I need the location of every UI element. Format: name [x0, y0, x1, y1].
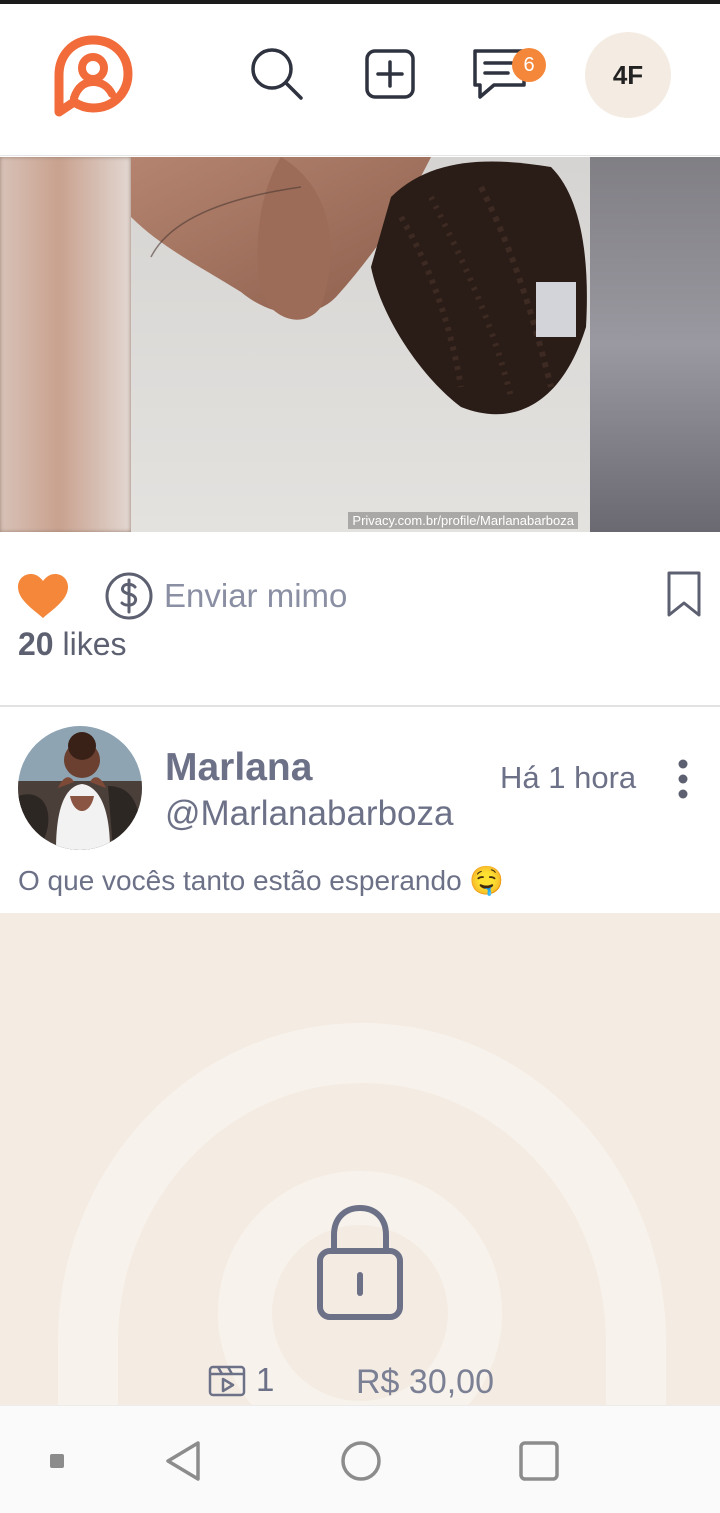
- locked-meta: 1 R$ 30,00: [0, 1361, 720, 1405]
- send-tip-button[interactable]: Enviar mimo: [104, 570, 347, 622]
- lock-icon[interactable]: [312, 1203, 408, 1323]
- likes-count: 20 likes: [18, 626, 127, 663]
- user-avatar[interactable]: 4F: [585, 32, 671, 118]
- system-navigation-bar: [0, 1405, 720, 1513]
- messages-badge: 6: [512, 48, 546, 82]
- heart-icon[interactable]: [16, 572, 70, 620]
- media-count-value: 1: [256, 1361, 275, 1398]
- author-avatar-image: [18, 726, 142, 850]
- more-vertical-icon[interactable]: [666, 758, 700, 800]
- add-post-icon: [365, 49, 415, 99]
- top-header: 6 4F: [0, 4, 720, 156]
- nav-square-icon: [50, 1454, 64, 1468]
- photo-illustration: [131, 157, 590, 532]
- nav-home-icon: [341, 1441, 381, 1481]
- nav-back-icon: [166, 1441, 200, 1481]
- post-time: Há 1 hora: [500, 760, 637, 795]
- post-actions: Enviar mimo 20 likes: [0, 532, 720, 707]
- send-tip-label: Enviar mimo: [164, 577, 348, 614]
- watermark-text: Privacy.com.br/profile/Marlanabarboza: [348, 512, 578, 529]
- nav-recents-button[interactable]: [514, 1436, 564, 1486]
- dollar-icon: [105, 572, 153, 620]
- post-header: Marlana @Marlanabarboza Há 1 hora O que …: [0, 708, 720, 913]
- post-caption: O que vocês tanto estão esperando 🤤: [18, 865, 505, 896]
- likes-word: likes: [62, 626, 127, 662]
- locked-background-decoration: [58, 1022, 666, 1405]
- locked-content[interactable]: 1 R$ 30,00: [0, 913, 720, 1405]
- nav-recents-icon: [519, 1441, 559, 1481]
- post-media-carousel[interactable]: Privacy.com.br/profile/Marlanabarboza: [0, 157, 720, 532]
- search-button[interactable]: [246, 44, 306, 104]
- likes-number: 20: [18, 626, 54, 662]
- unlock-price[interactable]: R$ 30,00: [356, 1363, 494, 1402]
- nav-back-button[interactable]: [158, 1436, 208, 1486]
- bookmark-icon[interactable]: [664, 570, 704, 618]
- author-avatar[interactable]: [18, 726, 142, 850]
- nav-square-button[interactable]: [44, 1436, 70, 1486]
- next-media-preview[interactable]: [590, 157, 720, 532]
- author-name[interactable]: Marlana: [165, 746, 312, 790]
- video-icon: [208, 1365, 246, 1397]
- author-handle[interactable]: @Marlanabarboza: [165, 794, 453, 834]
- logo-icon[interactable]: [52, 34, 134, 120]
- nav-home-button[interactable]: [336, 1436, 386, 1486]
- post-image[interactable]: Privacy.com.br/profile/Marlanabarboza: [131, 157, 590, 532]
- previous-media-preview[interactable]: [0, 157, 131, 532]
- new-post-button[interactable]: [360, 44, 420, 104]
- media-count: 1: [208, 1361, 274, 1399]
- search-icon: [251, 48, 303, 100]
